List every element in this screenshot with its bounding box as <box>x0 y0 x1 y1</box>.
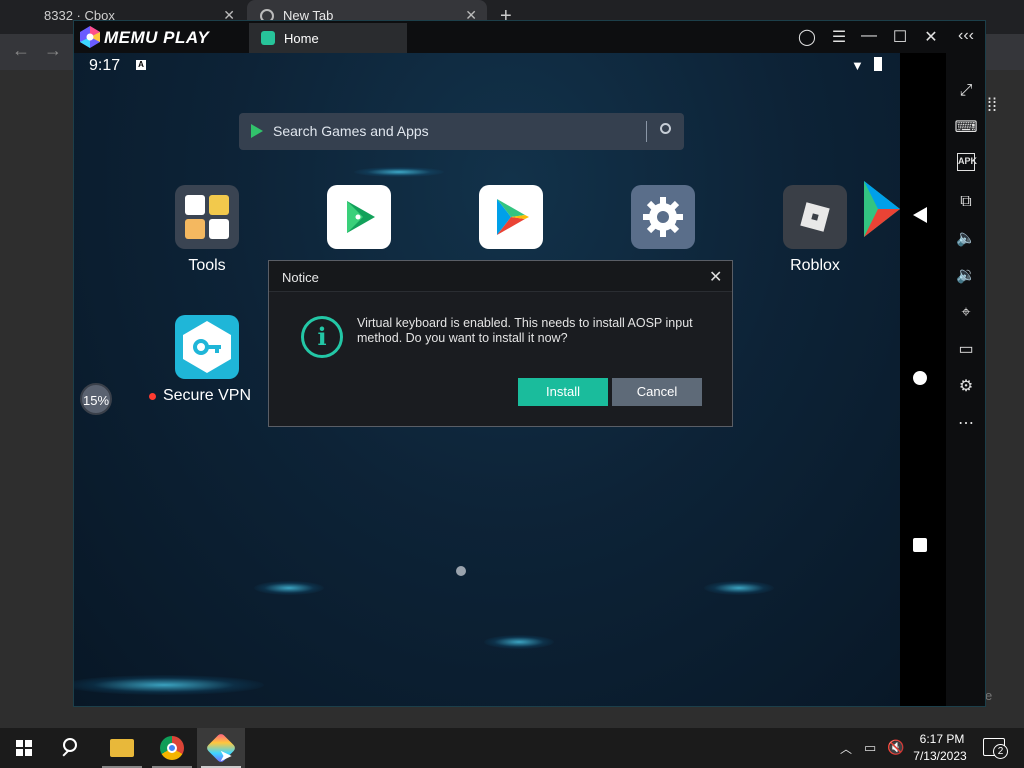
app-label-roblox: Roblox <box>790 257 840 274</box>
collapse-sidebar-icon[interactable]: ‹‹‹ <box>955 27 977 45</box>
search-placeholder: Search Games and Apps <box>273 123 429 139</box>
back-icon[interactable] <box>913 207 927 223</box>
search-icon[interactable] <box>660 123 671 134</box>
memory-clean-badge[interactable]: 15% <box>80 383 112 415</box>
network-icon[interactable]: ▭ <box>864 740 876 756</box>
maximize-button[interactable]: ☐ <box>889 27 911 47</box>
memu-titlebar: MEMU PLAY Home ◯ ☰ — ☐ ✕ ‹‹‹ <box>74 21 985 53</box>
memu-home-tab[interactable]: Home <box>249 23 407 53</box>
forward-arrow-icon[interactable]: → <box>44 40 62 61</box>
background-glow <box>354 167 444 177</box>
status-time: 9:17 <box>89 57 121 74</box>
close-button[interactable]: ✕ <box>920 27 942 47</box>
start-button[interactable] <box>0 728 48 768</box>
android-screen: 9:17 A ▼ Search Games and Apps Tools Rob… <box>74 53 946 706</box>
home-icon <box>261 31 275 45</box>
roblox-icon[interactable] <box>783 185 847 249</box>
volume-down-icon[interactable]: 🔉 <box>954 264 978 288</box>
memu-sidebar: ⤢ ⌨ APK ⧉ 🔈 🔉 ⌖ ▭ ⚙ ⋯ <box>946 53 985 706</box>
folder-icon[interactable]: ▭ <box>954 338 978 362</box>
windows-taskbar: ➤ ︿ ▭ 🔇 6:17 PM 7/13/2023 2 <box>0 728 1024 768</box>
info-icon: i <box>301 316 343 358</box>
memu-brand: MEMU PLAY <box>104 28 210 47</box>
app-label-secure-vpn: Secure VPN <box>162 387 252 404</box>
background-glow <box>74 675 264 695</box>
home-button-icon[interactable] <box>913 371 927 385</box>
apk-icon[interactable]: APK <box>957 153 977 171</box>
windows-logo-icon <box>16 740 32 756</box>
chrome-button[interactable] <box>148 728 196 768</box>
search-handle <box>62 749 70 757</box>
notice-dialog: Notice ✕ i Virtual keyboard is enabled. … <box>268 260 733 427</box>
search-divider <box>646 121 647 142</box>
app-label-tools: Tools <box>188 257 226 274</box>
close-icon[interactable]: ✕ <box>709 267 722 287</box>
back-arrow-icon[interactable]: ← <box>12 40 30 61</box>
google-icon <box>185 195 205 215</box>
wifi-icon: ▼ <box>851 58 864 73</box>
folder-icon <box>110 739 134 757</box>
play-store-partial-icon[interactable] <box>864 181 904 237</box>
recents-icon[interactable] <box>913 538 927 552</box>
tools-folder-icon[interactable] <box>175 185 239 249</box>
android-nav-bar <box>900 53 946 706</box>
play-games-icon[interactable] <box>327 185 391 249</box>
notice-message: Virtual keyboard is enabled. This needs … <box>357 316 693 345</box>
taskbar-time[interactable]: 6:17 PM <box>914 732 970 746</box>
search-icon <box>63 738 77 752</box>
cancel-button[interactable]: Cancel <box>612 378 702 406</box>
background-glow <box>254 581 324 595</box>
search-bar[interactable]: Search Games and Apps <box>239 113 684 150</box>
battery-icon <box>874 57 882 71</box>
background-glow <box>484 635 554 649</box>
memu-taskbar-button[interactable]: ➤ <box>197 728 245 768</box>
minimize-button[interactable]: — <box>858 27 880 45</box>
maps-icon <box>209 195 229 215</box>
volume-up-icon[interactable]: 🔈 <box>954 227 978 251</box>
volume-muted-icon[interactable]: 🔇 <box>887 739 904 756</box>
notice-header <box>269 261 732 292</box>
install-button[interactable]: Install <box>518 378 608 406</box>
grid-dots-icon[interactable]: ⁞⁞ <box>987 95 997 116</box>
play-store-icon <box>251 124 263 138</box>
multi-instance-icon[interactable]: ⧉ <box>954 190 978 214</box>
chrome-icon <box>160 736 184 760</box>
mouse-cursor-icon: ➤ <box>219 748 233 765</box>
menu-icon[interactable]: ☰ <box>828 27 850 47</box>
file-explorer-button[interactable] <box>98 728 146 768</box>
vpn-key-icon[interactable] <box>175 315 239 379</box>
notice-title: Notice <box>282 270 319 285</box>
background-glow <box>704 581 774 595</box>
status-notification-icon: A <box>136 60 146 70</box>
notification-count: 2 <box>993 744 1008 759</box>
play-store-icon[interactable] <box>479 185 543 249</box>
settings-icon[interactable]: ⚙ <box>954 375 978 399</box>
page-indicator <box>456 566 466 576</box>
settings-icon[interactable] <box>631 185 695 249</box>
memu-tab-label: Home <box>284 31 319 46</box>
taskbar-search-button[interactable] <box>48 728 96 768</box>
location-icon[interactable]: ⌖ <box>954 301 978 325</box>
taskbar-date[interactable]: 7/13/2023 <box>909 749 971 763</box>
fullscreen-icon[interactable]: ⤢ <box>954 79 978 103</box>
more-icon[interactable]: ⋯ <box>954 412 978 436</box>
memu-logo-icon <box>80 26 100 48</box>
files-icon <box>185 219 205 239</box>
show-hidden-icons-icon[interactable]: ︿ <box>840 740 852 757</box>
memu-window: MEMU PLAY Home ◯ ☰ — ☐ ✕ ‹‹‹ 9:17 A ▼ Se… <box>73 20 986 707</box>
browser-edge-glyph: e <box>985 688 993 703</box>
keyboard-icon[interactable]: ⌨ <box>954 116 978 140</box>
chrome-icon <box>209 219 229 239</box>
account-icon[interactable]: ◯ <box>796 27 818 47</box>
